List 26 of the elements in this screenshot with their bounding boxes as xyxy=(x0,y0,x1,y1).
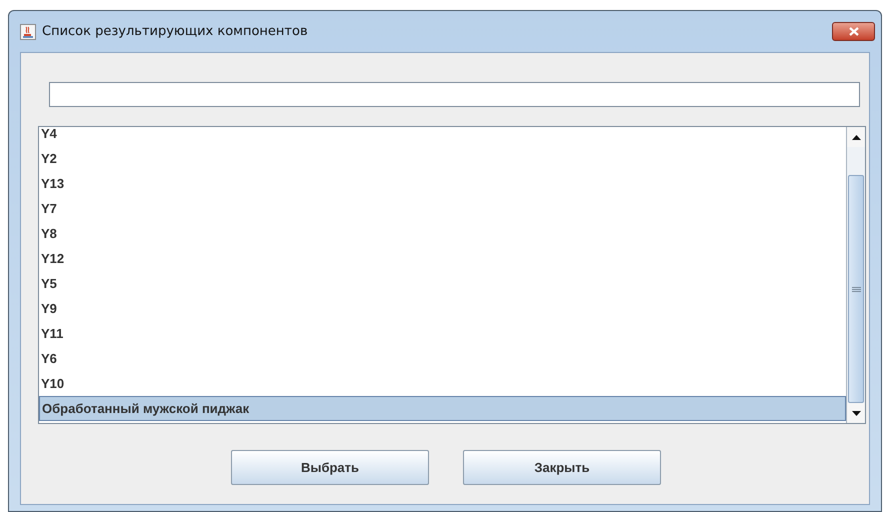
list-item[interactable]: Y2 xyxy=(39,146,846,171)
search-field[interactable] xyxy=(49,82,860,107)
scroll-thumb[interactable] xyxy=(848,175,864,403)
close-button[interactable] xyxy=(832,22,875,41)
list-item[interactable]: Y9 xyxy=(39,296,846,321)
scroll-up-button[interactable] xyxy=(847,127,865,147)
down-arrow-icon xyxy=(852,410,860,416)
list-item[interactable]: Y11 xyxy=(39,321,846,346)
list-item[interactable]: Y13 xyxy=(39,171,846,196)
dialog-button[interactable]: Выбрать xyxy=(231,450,429,485)
list-item[interactable]: Y5 xyxy=(39,271,846,296)
list-item[interactable]: Y4 xyxy=(39,127,846,146)
list-item[interactable]: Обработанный мужской пиджак xyxy=(39,396,846,421)
scrollbar[interactable] xyxy=(846,127,865,423)
dialog-button[interactable]: Закрыть xyxy=(463,450,661,485)
close-icon xyxy=(848,27,858,36)
list-item[interactable]: Y10 xyxy=(39,371,846,396)
grip-icon xyxy=(852,286,860,292)
scroll-down-button[interactable] xyxy=(847,403,865,423)
coffee-cup-icon xyxy=(20,24,36,40)
list-item[interactable]: Y6 xyxy=(39,346,846,371)
window-title: Список результирующих компонентов xyxy=(42,22,308,41)
list-item[interactable]: Y12 xyxy=(39,246,846,271)
list-item[interactable]: Y8 xyxy=(39,221,846,246)
list-item[interactable]: Y7 xyxy=(39,196,846,221)
up-arrow-icon xyxy=(852,134,860,140)
